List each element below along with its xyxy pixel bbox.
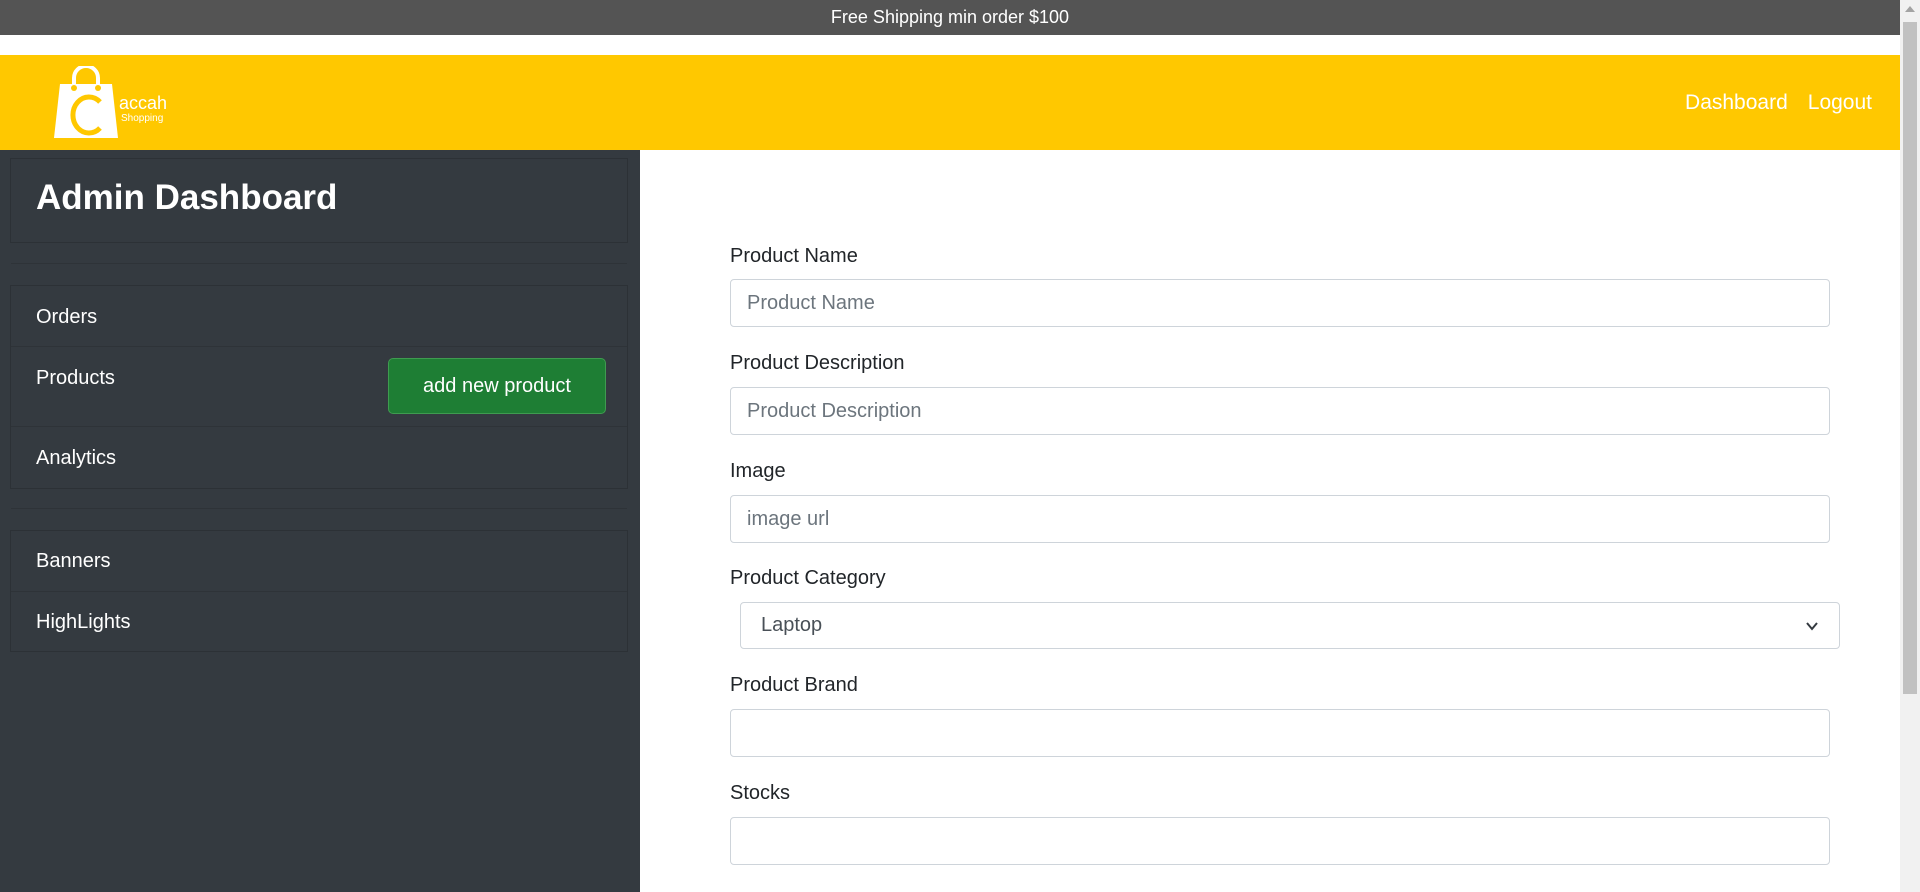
sidebar-item-highlights[interactable]: HighLights xyxy=(36,611,131,634)
nav-logout-link[interactable]: Logout xyxy=(1808,91,1872,115)
product-brand-label: Product Brand xyxy=(730,674,858,696)
nav-links: Dashboard Logout xyxy=(1685,55,1872,150)
product-category-select[interactable]: Laptop xyxy=(740,602,1840,649)
product-name-label: Product Name xyxy=(730,245,858,267)
sidebar-item-analytics[interactable]: Analytics xyxy=(36,447,116,470)
product-description-label: Product Description xyxy=(730,352,905,374)
sidebar-item-orders[interactable]: Orders xyxy=(36,306,97,329)
product-brand-input[interactable] xyxy=(730,709,1830,757)
image-label: Image xyxy=(730,460,786,482)
admin-sidebar: Admin Dashboard Orders Products add new … xyxy=(0,150,640,892)
product-description-input[interactable] xyxy=(730,387,1830,435)
sidebar-item-banners[interactable]: Banners xyxy=(36,550,111,573)
stocks-label: Stocks xyxy=(730,782,791,804)
scroll-up-arrow-icon[interactable] xyxy=(1905,6,1915,12)
sidebar-divider xyxy=(11,426,627,427)
stocks-input[interactable] xyxy=(730,817,1830,865)
image-url-input[interactable] xyxy=(730,495,1830,543)
product-form: Product Name Product Description Image P… xyxy=(640,150,1900,892)
add-new-product-button[interactable]: add new product xyxy=(388,358,606,414)
brand-tagline: Shopping xyxy=(121,113,164,124)
product-category-selected: Laptop xyxy=(761,614,823,636)
announcement-text: Free Shipping min order $100 xyxy=(830,7,1070,27)
navbar: accah Shopping Dashboard Logout xyxy=(0,55,1900,150)
sidebar-divider xyxy=(11,591,627,592)
product-name-input[interactable] xyxy=(730,279,1830,327)
sidebar-divider xyxy=(11,263,627,264)
sidebar-item-products[interactable]: Products xyxy=(36,367,115,390)
page-scrollbar[interactable] xyxy=(1900,0,1920,892)
scrollbar-thumb[interactable] xyxy=(1903,22,1917,694)
product-category-label: Product Category xyxy=(730,567,886,589)
chevron-down-icon xyxy=(1806,621,1818,631)
nav-dashboard-link[interactable]: Dashboard xyxy=(1685,91,1788,115)
sidebar-divider xyxy=(11,508,627,509)
announcement-bar: Free Shipping min order $100 xyxy=(0,0,1900,35)
sidebar-divider xyxy=(11,346,627,347)
sidebar-title: Admin Dashboard xyxy=(36,178,338,217)
brand-name: accah xyxy=(119,93,168,113)
